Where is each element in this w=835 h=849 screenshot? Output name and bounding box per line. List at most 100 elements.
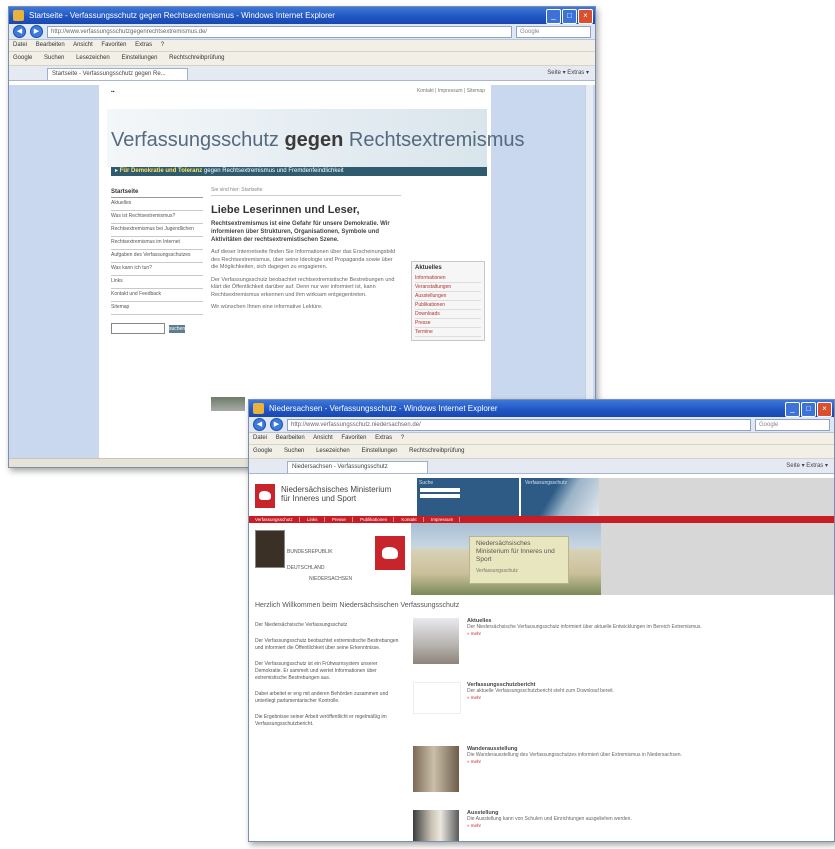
nav-item[interactable]: Links — [301, 517, 325, 522]
intro-paragraph: Der Verfassungsschutz beobachtet extremi… — [255, 638, 399, 651]
more-link[interactable]: » mehr — [467, 631, 823, 636]
page-viewport: Niedersächsisches Ministerium für Innere… — [249, 478, 834, 841]
menu-item[interactable]: ? — [401, 435, 404, 441]
toolbar-item[interactable]: Suchen — [284, 448, 304, 454]
toolbar-item[interactable]: Rechtschreibprüfung — [169, 55, 224, 61]
greeting-heading: Liebe Leserinnen und Leser, — [211, 204, 360, 216]
top-links[interactable]: Kontakt | Impressum | Sitemap — [417, 88, 485, 94]
nav-item[interactable]: Verfassungsschutz — [249, 517, 300, 522]
search-panel: Suche — [417, 478, 519, 516]
sidebar-link[interactable]: Informationen — [415, 274, 481, 283]
news-image[interactable] — [413, 810, 459, 841]
breadcrumb: Sie sind hier: Startseite — [211, 187, 401, 196]
toolbar-item[interactable]: Google — [13, 55, 32, 61]
intro-paragraph: Der Niedersächsische Verfassungsschutz — [255, 622, 348, 628]
back-icon[interactable]: ◀ — [13, 25, 26, 38]
nav-heading[interactable]: Startseite — [111, 187, 203, 198]
window-title: Niedersachsen - Verfassungsschutz - Wind… — [269, 404, 498, 413]
toolbar-item[interactable]: Suchen — [44, 55, 64, 61]
forward-icon[interactable]: ▶ — [270, 418, 283, 431]
sidebar-box: Aktuelles Informationen Veranstaltungen … — [411, 261, 485, 341]
news-image[interactable] — [413, 682, 461, 714]
tab-tools[interactable]: Seite ▾ Extras ▾ — [547, 68, 589, 78]
url-input[interactable]: http://www.verfassungsschutzgegenrechtse… — [47, 25, 512, 38]
menu-item[interactable]: Favoriten — [101, 42, 126, 48]
tab-bar: Startseite - Verfassungsschutz gegen Re.… — [9, 66, 595, 81]
nav-item[interactable]: Impressum — [424, 517, 461, 522]
nav-item[interactable]: Aktuelles — [111, 198, 203, 211]
search-input[interactable]: Google — [516, 25, 591, 38]
forward-icon[interactable]: ▶ — [30, 25, 43, 38]
search-button[interactable]: suchen — [169, 324, 185, 333]
sidebar-link[interactable]: Veranstaltungen — [415, 283, 481, 292]
menu-item[interactable]: Favoriten — [341, 435, 366, 441]
sidebar-link[interactable]: Presse — [415, 319, 481, 328]
body-paragraph: Wir wünschen Ihnen eine informative Lekt… — [211, 304, 323, 310]
search-input[interactable]: Google — [755, 418, 830, 431]
site-search-input[interactable] — [111, 323, 165, 334]
body-paragraph: Der Verfassungsschutz beobachtet rechtse… — [211, 276, 395, 298]
nav-item[interactable]: Links — [111, 276, 203, 289]
minimize-button[interactable]: _ — [546, 9, 561, 24]
minimize-button[interactable]: _ — [785, 402, 800, 417]
more-link[interactable]: » mehr — [467, 823, 823, 828]
url-input[interactable]: http://www.verfassungsschutz.niedersachs… — [287, 418, 751, 431]
menu-item[interactable]: ? — [161, 42, 164, 48]
news-image[interactable] — [413, 746, 459, 792]
browser-tab[interactable]: Niedersachsen - Verfassungsschutz — [287, 461, 428, 473]
nav-item[interactable]: Was ist Rechtsextremismus? — [111, 211, 203, 224]
nav-item[interactable]: Kontakt — [395, 517, 424, 522]
more-link[interactable]: » mehr — [467, 759, 823, 764]
news-item: Verfassungsschutzbericht Der aktuelle Ve… — [413, 682, 823, 740]
window-title: Startseite - Verfassungsschutz gegen Rec… — [29, 11, 335, 20]
sidebar-link[interactable]: Ausstellungen — [415, 292, 481, 301]
lead-text: Rechtsextremismus ist eine Gefahr für un… — [211, 221, 390, 243]
menu-item[interactable]: Bearbeiten — [276, 435, 305, 441]
nav-item[interactable]: Aufgaben des Verfassungsschutzes — [111, 250, 203, 263]
sidebar-link[interactable]: Downloads — [415, 310, 481, 319]
maximize-button[interactable]: □ — [562, 9, 577, 24]
nav-item[interactable]: Kontakt und Feedback — [111, 289, 203, 302]
sidebar-link[interactable]: Publikationen — [415, 301, 481, 310]
toolbar-item[interactable]: Lesezeichen — [76, 55, 110, 61]
nav-item[interactable]: Presse — [325, 517, 353, 522]
toolbar-item[interactable]: Einstellungen — [121, 55, 157, 61]
site-search-input[interactable] — [420, 488, 460, 492]
teaser-image[interactable] — [211, 397, 245, 411]
menu-bar: Datei Bearbeiten Ansicht Favoriten Extra… — [9, 40, 595, 52]
back-icon[interactable]: ◀ — [253, 418, 266, 431]
intro-column: Der Niedersächsische Verfassungsschutz D… — [255, 622, 405, 737]
maximize-button[interactable]: □ — [801, 402, 816, 417]
address-bar: ◀ ▶ http://www.verfassungsschutz.nieders… — [249, 417, 834, 433]
menu-item[interactable]: Extras — [375, 435, 392, 441]
news-image[interactable] — [413, 618, 459, 664]
menu-item[interactable]: Datei — [13, 42, 27, 48]
nav-item[interactable]: Rechtsextremismus bei Jugendlichen — [111, 224, 203, 237]
browser-tab[interactable]: Startseite - Verfassungsschutz gegen Re.… — [47, 68, 188, 80]
body-paragraph: Auf dieser Internetseite finden Sie Info… — [211, 249, 396, 270]
site-search-input-2[interactable] — [420, 494, 460, 498]
nav-item[interactable]: Was kann ich tun? — [111, 263, 203, 276]
site-header: Niedersächsisches Ministerium für Innere… — [249, 478, 599, 517]
toolbar-item[interactable]: Rechtschreibprüfung — [409, 448, 464, 454]
close-button[interactable]: × — [578, 9, 593, 24]
header-grey-area — [599, 478, 834, 516]
menu-item[interactable]: Datei — [253, 435, 267, 441]
close-button[interactable]: × — [817, 402, 832, 417]
nav-item[interactable]: Rechtsextremismus im Internet — [111, 237, 203, 250]
toolbar-item[interactable]: Lesezeichen — [316, 448, 350, 454]
site-search: suchen — [111, 323, 203, 334]
toolbar: Google Suchen Lesezeichen Einstellungen … — [9, 52, 595, 66]
search-label: Suche — [419, 480, 434, 486]
more-link[interactable]: » mehr — [467, 695, 823, 700]
menu-item[interactable]: Ansicht — [73, 42, 93, 48]
sidebar-link[interactable]: Termine — [415, 328, 481, 337]
nav-item[interactable]: Sitemap — [111, 302, 203, 315]
nav-item[interactable]: Publikationen — [354, 517, 395, 522]
menu-item[interactable]: Ansicht — [313, 435, 333, 441]
toolbar-item[interactable]: Einstellungen — [361, 448, 397, 454]
menu-item[interactable]: Extras — [135, 42, 152, 48]
toolbar-item[interactable]: Google — [253, 448, 272, 454]
menu-item[interactable]: Bearbeiten — [36, 42, 65, 48]
tab-tools[interactable]: Seite ▾ Extras ▾ — [786, 461, 828, 471]
